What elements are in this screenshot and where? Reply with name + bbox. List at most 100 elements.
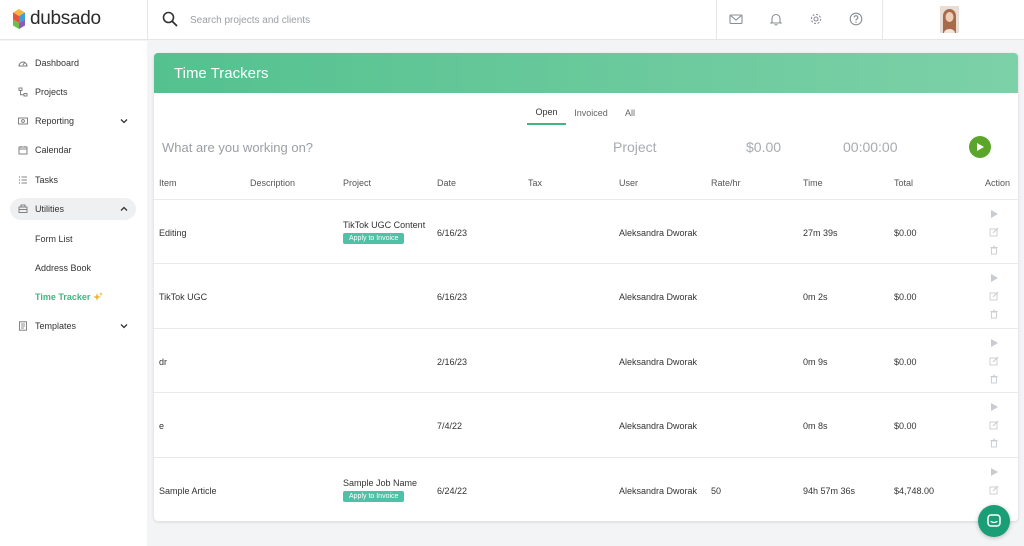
- cell-time: 0m 9s: [803, 357, 828, 367]
- cell-project: Sample Job Name: [343, 478, 418, 488]
- utilities-icon: [18, 204, 28, 213]
- cell-time: 0m 2s: [803, 292, 828, 302]
- cell-total: $0.00: [894, 357, 917, 367]
- edit-icon[interactable]: [989, 227, 999, 237]
- cell-item: e: [159, 421, 165, 431]
- sidebar-item-projects[interactable]: Projects: [10, 81, 136, 103]
- tab-open[interactable]: Open: [527, 101, 566, 125]
- dubsado-logo-icon: [13, 9, 25, 29]
- sidebar-subitem-time-tracker[interactable]: Time Tracker: [35, 288, 104, 306]
- bell-icon[interactable]: [769, 12, 783, 26]
- sidebar-item-label: Reporting: [35, 116, 75, 126]
- apply-to-invoice-button[interactable]: Apply to Invoice: [343, 233, 405, 244]
- dashboard-icon: [18, 61, 28, 67]
- play-icon[interactable]: [989, 209, 999, 219]
- sparkle-icon: [93, 292, 104, 301]
- trash-icon[interactable]: [989, 438, 999, 448]
- divider: [882, 0, 883, 40]
- trash-icon[interactable]: [989, 245, 999, 255]
- cell-item: dr: [159, 357, 168, 367]
- amount-value: $0.00: [746, 139, 782, 155]
- edit-icon[interactable]: [989, 420, 999, 430]
- edit-icon[interactable]: [989, 291, 999, 301]
- projects-icon: [18, 87, 28, 97]
- cell-user: Aleksandra Dworak: [619, 228, 698, 238]
- cell-user: Aleksandra Dworak: [619, 486, 698, 496]
- chevron-up-icon[interactable]: [120, 205, 128, 213]
- table-row: dr 2/16/23 Aleksandra Dworak 0m 9s $0.00: [154, 328, 1018, 392]
- cell-project: TikTok UGC Content: [343, 220, 426, 230]
- table-row: Sample Article Sample Job Name Apply to …: [154, 457, 1018, 521]
- play-icon[interactable]: [989, 467, 999, 477]
- cell-date: 7/4/22: [437, 421, 463, 431]
- gear-icon[interactable]: [809, 12, 823, 26]
- sidebar: Dashboard Projects Reporting Calendar Ta…: [0, 41, 147, 546]
- sidebar-item-dashboard[interactable]: Dashboard: [10, 52, 136, 74]
- avatar[interactable]: [940, 6, 959, 33]
- timer-value: 00:00:00: [843, 139, 898, 155]
- work-description-input[interactable]: [162, 137, 562, 157]
- cell-time: 0m 8s: [803, 421, 828, 431]
- chevron-down-icon[interactable]: [120, 117, 128, 125]
- chat-support-button[interactable]: [978, 505, 1010, 537]
- edit-icon[interactable]: [989, 485, 999, 495]
- cell-rate: 50: [711, 486, 722, 496]
- sidebar-item-utilities[interactable]: Utilities: [10, 198, 136, 220]
- tab-invoiced[interactable]: Invoiced: [570, 101, 612, 125]
- search-input[interactable]: [190, 10, 590, 30]
- sidebar-item-tasks[interactable]: Tasks: [10, 169, 136, 191]
- search-icon[interactable]: [162, 11, 178, 27]
- column-header-date: Date: [437, 178, 457, 188]
- play-icon: [977, 143, 984, 151]
- mail-icon[interactable]: [729, 12, 743, 26]
- play-icon[interactable]: [989, 338, 999, 348]
- cell-item: TikTok UGC: [159, 292, 208, 302]
- tab-all[interactable]: All: [620, 101, 640, 125]
- trash-icon[interactable]: [989, 374, 999, 384]
- sidebar-item-reporting[interactable]: Reporting: [10, 110, 136, 132]
- column-header-user: User: [619, 178, 639, 188]
- column-header-item: Item: [159, 178, 177, 188]
- cell-date: 6/16/23: [437, 228, 468, 238]
- column-header-tax: Tax: [528, 178, 543, 188]
- cell-user: Aleksandra Dworak: [619, 357, 698, 367]
- column-header-rate: Rate/hr: [711, 178, 741, 188]
- time-trackers-card: Time Trackers Open Invoiced All Project …: [154, 53, 1018, 521]
- project-select[interactable]: Project: [613, 139, 657, 155]
- sidebar-subitem-form-list[interactable]: Form List: [35, 230, 73, 248]
- column-header-action: Action: [985, 178, 1011, 188]
- table-row: Editing TikTok UGC Content Apply to Invo…: [154, 199, 1018, 263]
- calendar-icon: [18, 146, 28, 155]
- divider: [716, 0, 717, 40]
- chevron-down-icon[interactable]: [120, 322, 128, 330]
- cell-total: $0.00: [894, 421, 917, 431]
- edit-icon[interactable]: [989, 356, 999, 366]
- column-header-total: Total: [894, 178, 914, 188]
- card-header: Time Trackers: [154, 53, 1018, 93]
- sidebar-item-templates[interactable]: Templates: [10, 315, 136, 337]
- cell-user: Aleksandra Dworak: [619, 292, 698, 302]
- cell-date: 6/24/22: [437, 486, 468, 496]
- cell-time: 27m 39s: [803, 228, 838, 238]
- help-icon[interactable]: [849, 12, 863, 26]
- time-tracker-entry: Project $0.00 00:00:00: [154, 135, 1018, 159]
- cell-date: 2/16/23: [437, 357, 468, 367]
- divider: [147, 0, 148, 40]
- column-header-description: Description: [250, 178, 296, 188]
- sidebar-subitem-address-book[interactable]: Address Book: [35, 259, 91, 277]
- brand-name: dubsado: [30, 8, 101, 29]
- cell-total: $4,748.00: [894, 486, 935, 496]
- sidebar-item-label: Projects: [35, 87, 68, 97]
- cell-user: Aleksandra Dworak: [619, 421, 698, 431]
- sidebar-item-calendar[interactable]: Calendar: [10, 139, 136, 161]
- trash-icon[interactable]: [989, 309, 999, 319]
- play-icon[interactable]: [989, 273, 999, 283]
- apply-to-invoice-button[interactable]: Apply to Invoice: [343, 491, 405, 502]
- brand-logo[interactable]: dubsado: [12, 7, 101, 31]
- templates-icon: [19, 321, 27, 331]
- cell-total: $0.00: [894, 228, 917, 238]
- user-avatar-icon: [940, 6, 959, 33]
- play-icon[interactable]: [989, 402, 999, 412]
- start-timer-button[interactable]: [969, 136, 991, 158]
- tasks-icon: [18, 176, 27, 184]
